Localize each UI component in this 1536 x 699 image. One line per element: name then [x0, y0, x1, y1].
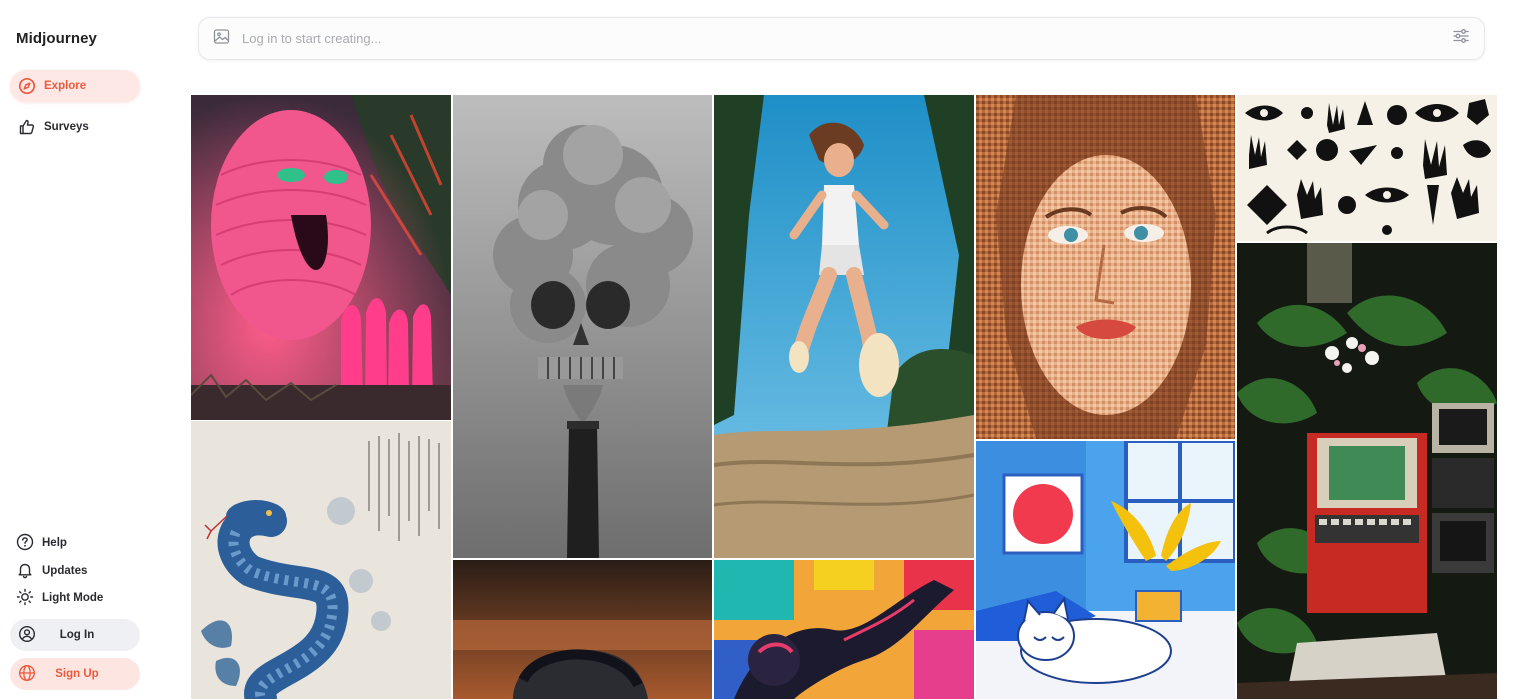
bell-icon: [16, 561, 34, 582]
gallery-image-man-portrait[interactable]: [453, 560, 712, 699]
gallery-image-retro-computers[interactable]: [1237, 243, 1497, 699]
sign-up-label: Sign Up: [55, 668, 99, 680]
settings-sliders-icon[interactable]: [1452, 27, 1470, 50]
gallery-image-mosaic-face[interactable]: [976, 95, 1235, 439]
log-in-button[interactable]: Log In: [10, 619, 140, 651]
light-mode-label: Light Mode: [42, 592, 104, 604]
app-logo[interactable]: Midjourney: [16, 30, 97, 47]
nav-explore-label: Explore: [44, 80, 87, 92]
prompt-bar[interactable]: [198, 17, 1485, 60]
gallery-image-pink-monster[interactable]: [191, 95, 451, 420]
gallery-image-white-cat[interactable]: [976, 441, 1235, 699]
image-icon[interactable]: [213, 28, 230, 50]
log-in-label: Log In: [59, 629, 95, 641]
help-label: Help: [42, 537, 67, 549]
updates-link[interactable]: Updates: [16, 561, 87, 581]
compass-icon: [18, 77, 36, 95]
help-link[interactable]: Help: [16, 533, 67, 553]
gallery-image-pop-art[interactable]: [714, 560, 974, 699]
sun-icon: [16, 588, 34, 609]
gallery-image-skull-smoke[interactable]: [453, 95, 712, 558]
sidebar: Midjourney Explore Surveys Help Updates …: [0, 0, 160, 699]
gallery-image-girl-jumping[interactable]: [714, 95, 974, 558]
prompt-input[interactable]: [240, 30, 1452, 47]
updates-label: Updates: [42, 565, 88, 577]
thumbs-up-icon: [18, 118, 36, 136]
help-circle-icon: [16, 533, 34, 554]
nav-explore[interactable]: Explore: [10, 70, 140, 102]
sign-up-button[interactable]: Sign Up: [10, 658, 140, 690]
gallery-image-symbols[interactable]: [1237, 95, 1497, 241]
gallery-image-blue-snake[interactable]: [191, 421, 451, 699]
nav-surveys-label: Surveys: [44, 121, 89, 133]
user-circle-icon: [18, 625, 36, 646]
light-mode-toggle[interactable]: Light Mode: [16, 588, 103, 608]
globe-icon: [18, 664, 36, 685]
nav-surveys[interactable]: Surveys: [10, 111, 140, 143]
